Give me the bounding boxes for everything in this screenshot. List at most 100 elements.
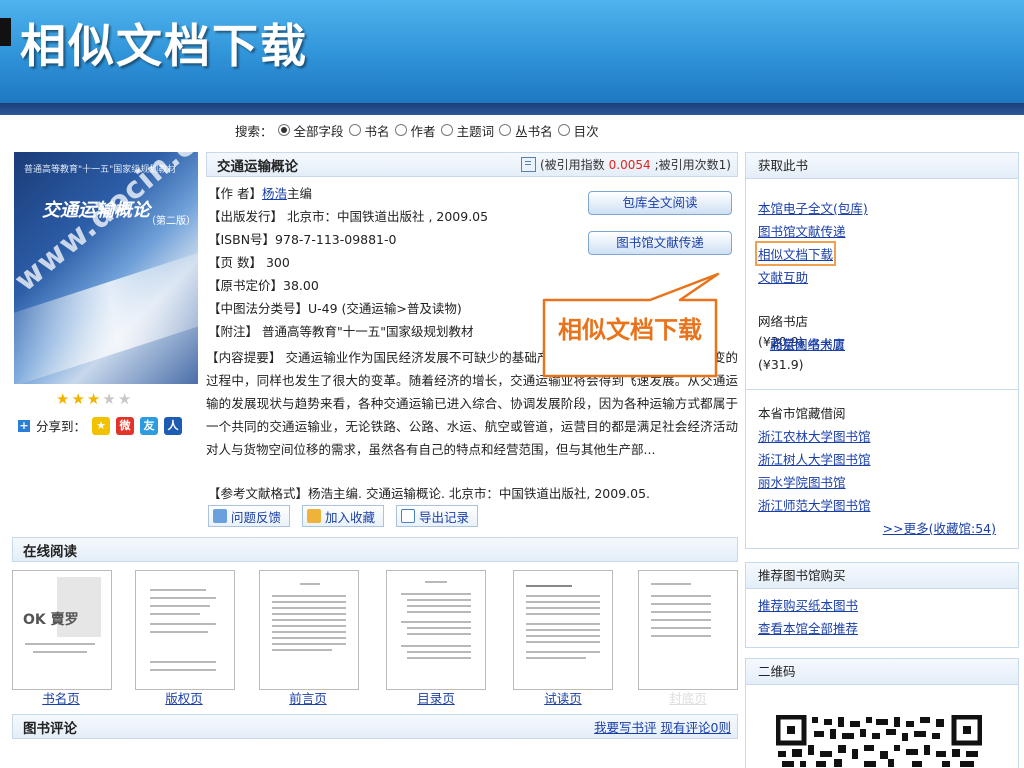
pencil-icon: [213, 509, 227, 523]
cite-suffix: ;被引用次数1): [654, 158, 731, 172]
citation-icon[interactable]: [520, 157, 536, 172]
more-libraries-link[interactable]: >>更多(收藏馆:54): [883, 518, 996, 537]
radio-label-toc[interactable]: 目次: [574, 121, 599, 140]
write-review-link[interactable]: 我要写书评: [594, 720, 657, 735]
thumb-label-back-cover[interactable]: 封底页: [638, 688, 738, 707]
radio-label-author[interactable]: 作者: [411, 121, 436, 140]
reviews-title: 图书评论: [23, 720, 77, 737]
export-icon: [401, 509, 416, 523]
callout-similar-docs: 相似文档下载: [540, 272, 720, 382]
review-count-link[interactable]: 现有评论0则: [661, 720, 731, 735]
weibo-icon[interactable]: 微: [116, 416, 135, 435]
radio-all-fields[interactable]: [277, 124, 290, 136]
libraries-title: 本省市馆藏借阅: [758, 406, 846, 421]
online-read-header: 在线阅读: [12, 537, 738, 562]
book-cover[interactable]: 普通高等教育"十一五"国家级规划教材 交通运输概论 （第二版） www.doci…: [14, 152, 198, 384]
store-beijing-link[interactable]: 北京图书大厦: [770, 334, 845, 353]
thumb-back-cover[interactable]: [638, 570, 738, 690]
get-book-title: 获取此书: [746, 153, 1018, 179]
book-title-bar: 交通运输概论 (被引用指数 0.0054 ;被引用次数1): [206, 152, 738, 177]
rating-stars[interactable]: ★★★★★: [56, 390, 133, 408]
callout-text: 相似文档下载: [558, 316, 702, 344]
star-icon[interactable]: ★: [56, 390, 71, 408]
thumb-title-page[interactable]: OK 賣罗: [12, 570, 112, 690]
export-label: 导出记录: [419, 509, 470, 525]
radio-label-series[interactable]: 丛书名: [515, 121, 553, 140]
star-empty-icon[interactable]: ★: [102, 390, 117, 408]
sidebar-recommend: 推荐图书馆购买 推荐购买纸本图书 查看本馆全部推荐: [745, 562, 1019, 648]
favorite-icon: [307, 509, 322, 523]
star-icon[interactable]: ★: [87, 390, 102, 408]
slide-title: 相似文档下载: [20, 19, 308, 73]
sidebar-libraries: 本省市馆藏借阅 浙江农林大学图书馆 浙江树人大学图书馆 丽水学院图书馆 浙江师范…: [745, 389, 1019, 549]
library-link-4[interactable]: 浙江师范大学图书馆: [758, 495, 871, 514]
reviews-header: 图书评论 我要写书评 现有评论0则: [12, 714, 738, 739]
link-ebook-fulltext[interactable]: 本馆电子全文(包库): [758, 198, 868, 217]
citation-info: (被引用指数 0.0054 ;被引用次数1): [520, 156, 731, 173]
cover-edition: （第二版）: [146, 216, 196, 227]
price-line: 【原书定价】38.00: [208, 278, 319, 293]
thumb-preface-page[interactable]: [259, 570, 359, 690]
plus-icon[interactable]: +: [18, 419, 30, 432]
thumb-label-title-page[interactable]: 书名页: [11, 688, 111, 707]
recommend-purchase-link[interactable]: 推荐购买纸本图书: [758, 595, 858, 614]
pages-line: 【页 数】 300: [208, 255, 290, 270]
export-record-button[interactable]: 导出记录: [396, 505, 479, 527]
record-actions: 问题反馈 加入收藏 导出记录: [208, 505, 479, 527]
thumb-label-preface[interactable]: 前言页: [258, 688, 358, 707]
star-empty-icon[interactable]: ★: [118, 390, 133, 408]
star-icon[interactable]: ★: [71, 390, 86, 408]
thumb-label-copyright[interactable]: 版权页: [134, 688, 234, 707]
online-read-title: 在线阅读: [23, 543, 77, 560]
qrcode-title: 二维码: [746, 659, 1018, 685]
thumb-copyright-page[interactable]: [135, 570, 235, 690]
search-field-selector: 搜索： 全部字段 书名 作者 主题词 丛书名 目次: [235, 120, 599, 140]
thumb-label-preview[interactable]: 试读页: [513, 688, 613, 707]
cite-prefix: (被引用指数: [539, 158, 605, 172]
thumb-title-logo: OK 賣罗: [23, 612, 79, 628]
document-delivery-button[interactable]: 图书馆文献传递: [588, 231, 732, 255]
banner-marker: [0, 18, 11, 46]
bookstore-line: 蔚蓝网络书店 (¥20.9) 北京图书大厦: [758, 334, 845, 352]
book-title: 交通运输概论: [217, 158, 298, 175]
feedback-label: 问题反馈: [231, 509, 282, 525]
renren-icon[interactable]: 人: [164, 416, 183, 435]
thumb-toc-page[interactable]: [386, 570, 486, 690]
note-line: 【附注】 普通高等教育"十一五"国家级规划教材: [208, 324, 474, 339]
radio-subject[interactable]: [440, 124, 453, 136]
library-link-1[interactable]: 浙江农林大学图书馆: [758, 426, 871, 445]
full-text-read-button[interactable]: 包库全文阅读: [588, 191, 732, 215]
bookstore-title: 网络书店: [758, 314, 809, 329]
radio-series[interactable]: [499, 124, 512, 136]
library-link-3[interactable]: 丽水学院图书馆: [758, 472, 846, 491]
recommend-title: 推荐图书馆购买: [746, 563, 1018, 589]
author-link[interactable]: 杨浩: [262, 186, 287, 201]
qzone-icon[interactable]: ★: [92, 416, 111, 435]
search-label: 搜索：: [235, 123, 273, 139]
feedback-button[interactable]: 问题反馈: [208, 505, 291, 527]
radio-label-subject[interactable]: 主题词: [457, 121, 495, 140]
pengyou-icon[interactable]: 友: [140, 416, 159, 435]
link-doc-mutual-aid[interactable]: 文献互助: [758, 267, 808, 286]
author-label: 【作 者】: [208, 186, 262, 201]
link-doc-delivery[interactable]: 图书馆文献传递: [758, 221, 846, 240]
library-link-2[interactable]: 浙江树人大学图书馆: [758, 449, 871, 468]
add-favorite-button[interactable]: 加入收藏: [302, 505, 385, 527]
view-recommendations-link[interactable]: 查看本馆全部推荐: [758, 618, 858, 637]
link-similar-docs[interactable]: 相似文档下载: [754, 241, 837, 266]
thumb-label-toc[interactable]: 目录页: [386, 688, 486, 707]
radio-label-title[interactable]: 书名: [365, 121, 390, 140]
sidebar-bookstore: 网络书店 蔚蓝网络书店 (¥20.9) 北京图书大厦 (¥31.9): [745, 298, 1019, 390]
thumb-preview-page[interactable]: [513, 570, 613, 690]
sidebar-get-book: 获取此书 本馆电子全文(包库) 图书馆文献传递 相似文档下载 文献互助: [745, 152, 1019, 299]
radio-toc[interactable]: [557, 124, 570, 136]
radio-title[interactable]: [348, 124, 361, 136]
qr-code-pattern: [776, 715, 982, 767]
radio-author[interactable]: [394, 124, 407, 136]
qr-code-image[interactable]: [776, 715, 982, 768]
favorite-label: 加入收藏: [325, 509, 376, 525]
share-label: 分享到：: [36, 419, 87, 434]
cite-index: 0.0054: [608, 157, 651, 172]
store-beijing-price: (¥31.9): [758, 357, 804, 372]
radio-label-all-fields[interactable]: 全部字段: [294, 121, 344, 140]
